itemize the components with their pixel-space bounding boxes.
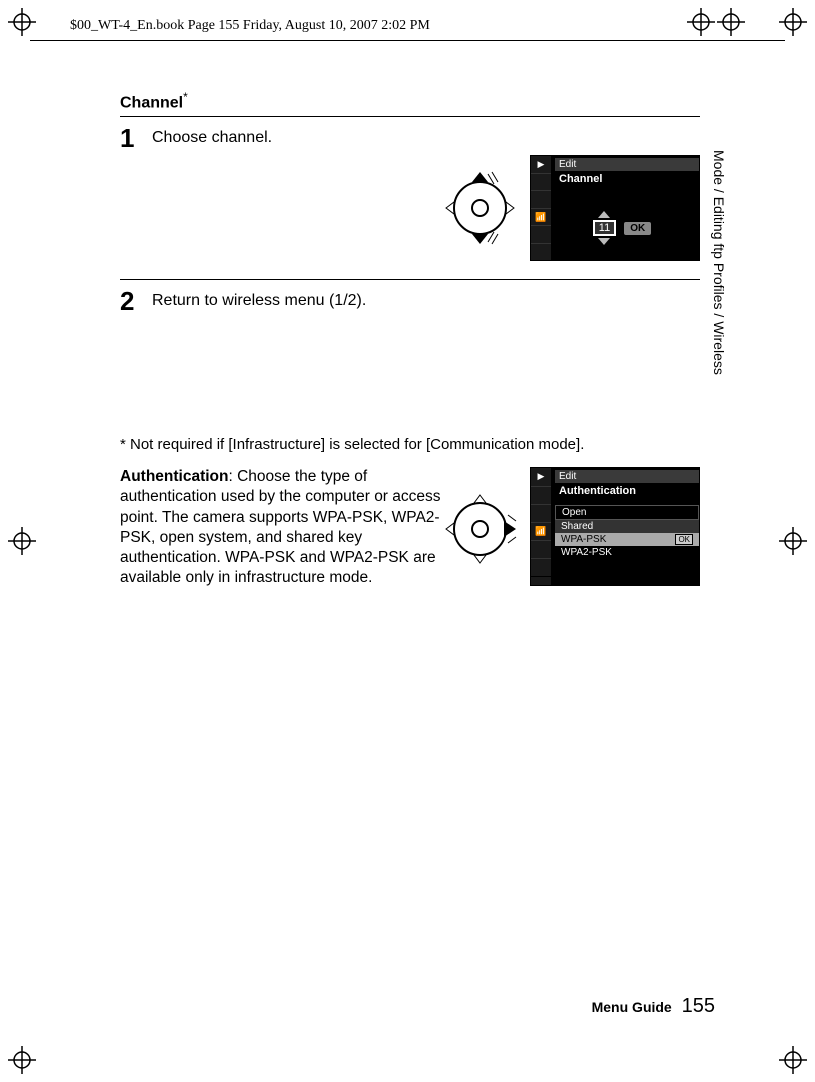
header-rule xyxy=(30,40,785,41)
crop-mark-bl xyxy=(8,1046,36,1074)
heading-asterisk: * xyxy=(183,90,188,104)
screen3-edit: Edit xyxy=(555,470,699,483)
crop-mark-ml xyxy=(8,527,36,555)
screen-channel: ▶📶 Edit Channel 11 OK xyxy=(530,155,700,261)
auth-label: Authentication xyxy=(120,468,229,485)
crop-mark-tc2 xyxy=(687,8,715,36)
auth-paragraph: Authentication: Choose the type of authe… xyxy=(120,467,460,588)
dpad-updown-icon xyxy=(440,168,520,248)
crop-mark-br xyxy=(779,1046,807,1074)
screen1-title: Channel xyxy=(555,171,699,187)
crop-mark-tr xyxy=(779,8,807,36)
auth-shared: Shared xyxy=(555,520,699,533)
auth-wpa2: WPA2-PSK xyxy=(555,546,699,559)
crop-mark-mr xyxy=(779,527,807,555)
screen1-edit: Edit xyxy=(555,158,699,171)
footer: Menu Guide 155 xyxy=(592,995,715,1018)
footer-page: 155 xyxy=(682,995,715,1017)
footer-label: Menu Guide xyxy=(592,999,672,1015)
screen3-title: Authentication xyxy=(555,483,699,499)
step1-number: 1 xyxy=(120,125,142,151)
auth-wpa: WPA-PSK xyxy=(561,534,606,545)
auth-body: : Choose the type of authentication used… xyxy=(120,468,441,586)
side-section-title: Mode / Editing ftp Profiles / Wireless xyxy=(711,150,727,375)
step2-text: Return to wireless menu (1/2). xyxy=(152,288,700,310)
step1-rule xyxy=(120,279,700,280)
step1-text: Choose channel. xyxy=(152,125,700,147)
auth-open: Open xyxy=(555,505,699,520)
crop-mark-tc1 xyxy=(717,8,745,36)
section-heading: Channel* xyxy=(120,90,700,112)
channel-value: 11 xyxy=(593,220,616,236)
print-header: $00_WT-4_En.book Page 155 Friday, August… xyxy=(70,18,430,34)
crop-mark-tl xyxy=(8,8,36,36)
heading-text: Channel xyxy=(120,94,183,111)
auth-ok: OK xyxy=(675,534,693,545)
screen-authentication: ▶📶 Edit Authentication Open Shared WPA-P… xyxy=(530,467,700,577)
footnote: * Not required if [Infrastructure] is se… xyxy=(120,436,700,453)
heading-rule xyxy=(120,116,700,117)
ok-badge: OK xyxy=(624,222,651,235)
step2-number: 2 xyxy=(120,288,142,314)
